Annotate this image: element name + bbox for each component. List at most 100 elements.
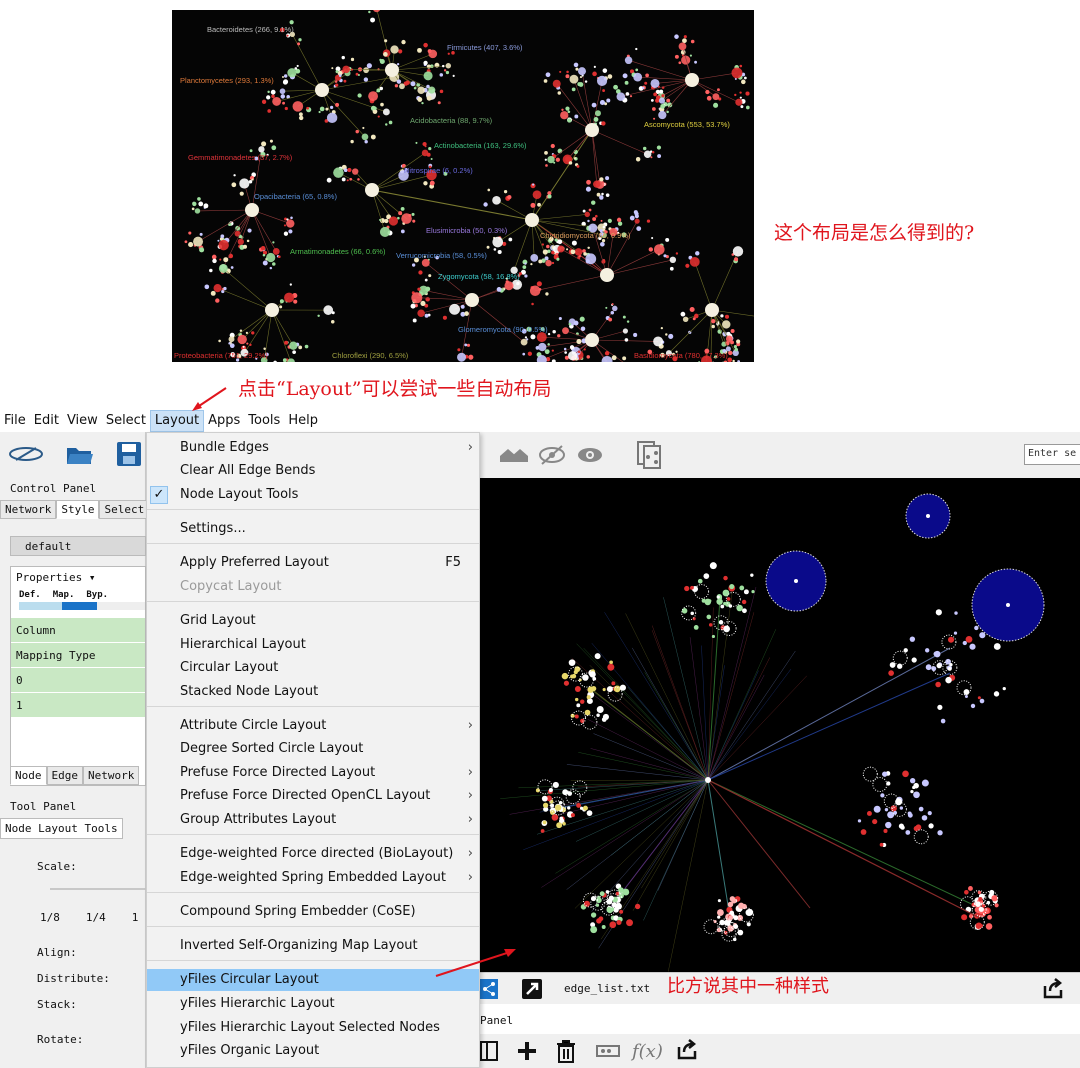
menu-item-degree-sorted-circle-layout[interactable]: Degree Sorted Circle Layout	[147, 738, 479, 760]
graph-node	[283, 74, 288, 78]
menu-item-hierarchical-layout[interactable]: Hierarchical Layout	[147, 634, 479, 656]
menu-item-stacked-node-layout[interactable]: Stacked Node Layout	[147, 681, 479, 703]
link-columns-icon[interactable]	[596, 1043, 620, 1059]
graph-node	[557, 91, 562, 95]
tab-network[interactable]: Network	[0, 500, 57, 519]
graph-node	[530, 263, 533, 266]
graph-node	[734, 93, 737, 97]
menu-item-settings[interactable]: Settings...	[147, 518, 479, 540]
property-row[interactable]: 0	[11, 668, 145, 693]
eye-icon[interactable]	[576, 444, 604, 466]
graph-node	[580, 326, 586, 331]
open-folder-icon[interactable]	[66, 442, 94, 466]
graph-node	[266, 252, 276, 263]
graph-node	[439, 89, 444, 94]
graph-node	[925, 664, 932, 671]
menu-help[interactable]: Help	[284, 410, 322, 432]
phylum-label: Basidiomycota (780, 17.3%)	[634, 351, 728, 360]
menu-item-clear-all-edge-bends[interactable]: Clear All Edge Bends	[147, 460, 479, 482]
menu-select[interactable]: Select	[102, 410, 150, 432]
property-row[interactable]: Column	[11, 618, 145, 643]
hide-icon[interactable]	[538, 444, 566, 466]
home-icon[interactable]	[498, 446, 530, 464]
menu-item-edge-weighted-spring-embedded-layout[interactable]: Edge-weighted Spring Embedded Layout ›	[147, 867, 479, 889]
menu-item-group-attributes-layout[interactable]: Group Attributes Layout ›	[147, 809, 479, 831]
tab-node[interactable]: Node	[10, 766, 47, 785]
expand-icon[interactable]	[522, 979, 542, 999]
graph-node	[590, 912, 597, 918]
menu-item-edge-weighted-force-directed-biolayout[interactable]: Edge-weighted Force directed (BioLayout)…	[147, 843, 479, 865]
function-icon[interactable]: f(x)	[630, 1038, 666, 1064]
menu-item-prefuse-force-directed-opencl-layout[interactable]: Prefuse Force Directed OpenCL Layout ›	[147, 785, 479, 807]
graph-node	[888, 670, 894, 676]
graph-node	[424, 278, 428, 282]
save-icon[interactable]	[116, 441, 142, 467]
cytoscape-logo-icon[interactable]	[8, 443, 44, 465]
annotation-arrow-icon	[435, 949, 516, 977]
graph-node	[608, 895, 614, 901]
graph-node	[449, 303, 460, 315]
submenu-arrow-icon: ›	[467, 870, 473, 885]
graph-node	[587, 246, 590, 250]
graph-node	[658, 110, 667, 120]
style-selector[interactable]: default	[10, 536, 146, 556]
graph-node	[184, 240, 188, 244]
menu-file[interactable]: File	[0, 410, 30, 432]
trash-icon[interactable]	[556, 1039, 576, 1063]
export-icon[interactable]	[1042, 978, 1064, 1000]
network-share-icon[interactable]	[636, 440, 662, 470]
tab-edge[interactable]: Edge	[46, 766, 83, 785]
graph-node	[975, 922, 983, 930]
menu-item-prefuse-force-directed-layout[interactable]: Prefuse Force Directed Layout ›	[147, 762, 479, 784]
graph-node	[940, 718, 946, 724]
graph-node	[545, 259, 552, 267]
properties-dropdown[interactable]: Properties ▾	[11, 567, 145, 588]
export-table-icon[interactable]	[676, 1039, 698, 1061]
graph-node	[411, 292, 423, 304]
search-input[interactable]: Enter se	[1024, 444, 1080, 465]
tab-network-style[interactable]: Network	[83, 766, 140, 785]
graph-node	[538, 342, 547, 352]
menu-item-circular-layout[interactable]: Circular Layout	[147, 657, 479, 679]
tab-node-layout-tools[interactable]: Node Layout Tools	[0, 818, 123, 839]
graph-node	[593, 180, 601, 188]
share-nodes-icon[interactable]	[480, 979, 498, 999]
menu-item-yfiles-organic-layout[interactable]: yFiles Organic Layout	[147, 1040, 479, 1062]
menu-edit[interactable]: Edit	[30, 410, 63, 432]
menu-view[interactable]: View	[63, 410, 102, 432]
graph-node	[979, 632, 986, 639]
graph-node	[903, 648, 908, 653]
scale-slider[interactable]	[50, 888, 146, 890]
graph-node	[911, 657, 917, 663]
graph-node	[931, 666, 937, 672]
graph-node	[457, 352, 467, 362]
graph-node	[616, 92, 626, 101]
menu-item-attribute-circle-layout[interactable]: Attribute Circle Layout ›	[147, 715, 479, 737]
graph-node	[657, 154, 662, 159]
property-row[interactable]: 1	[11, 693, 145, 718]
graph-node	[383, 52, 388, 57]
graph-node	[599, 195, 604, 200]
menu-item-grid-layout[interactable]: Grid Layout	[147, 610, 479, 632]
graph-node	[218, 239, 229, 251]
menu-item-apply-preferred-layout[interactable]: Apply Preferred Layout F5	[147, 552, 479, 574]
graph-node	[746, 908, 754, 916]
menu-item-compound-spring-embedder-cose[interactable]: Compound Spring Embedder (CoSE)	[147, 901, 479, 923]
graph-node	[626, 320, 630, 323]
graph-node	[221, 289, 225, 294]
network-canvas[interactable]	[480, 478, 1080, 972]
menu-item-bundle-edges[interactable]: Bundle Edges ›	[147, 437, 479, 459]
graph-node	[288, 229, 293, 234]
menu-item-node-layout-tools[interactable]: Node Layout Tools ✓	[147, 484, 479, 506]
menu-item-yfiles-hierarchic-layout-selected-nodes[interactable]: yFiles Hierarchic Layout Selected Nodes	[147, 1017, 479, 1039]
graph-node	[492, 195, 501, 205]
menu-tools[interactable]: Tools	[244, 410, 284, 432]
property-row[interactable]: Mapping Type	[11, 643, 145, 668]
add-icon[interactable]	[516, 1040, 538, 1062]
panel-layout-icon[interactable]	[480, 1041, 498, 1061]
tab-style[interactable]: Style	[56, 500, 100, 519]
tab-select[interactable]: Select	[99, 500, 150, 519]
menu-item-yfiles-hierarchic-layout[interactable]: yFiles Hierarchic Layout	[147, 993, 479, 1015]
graph-node	[417, 47, 422, 53]
graph-node	[418, 270, 423, 275]
